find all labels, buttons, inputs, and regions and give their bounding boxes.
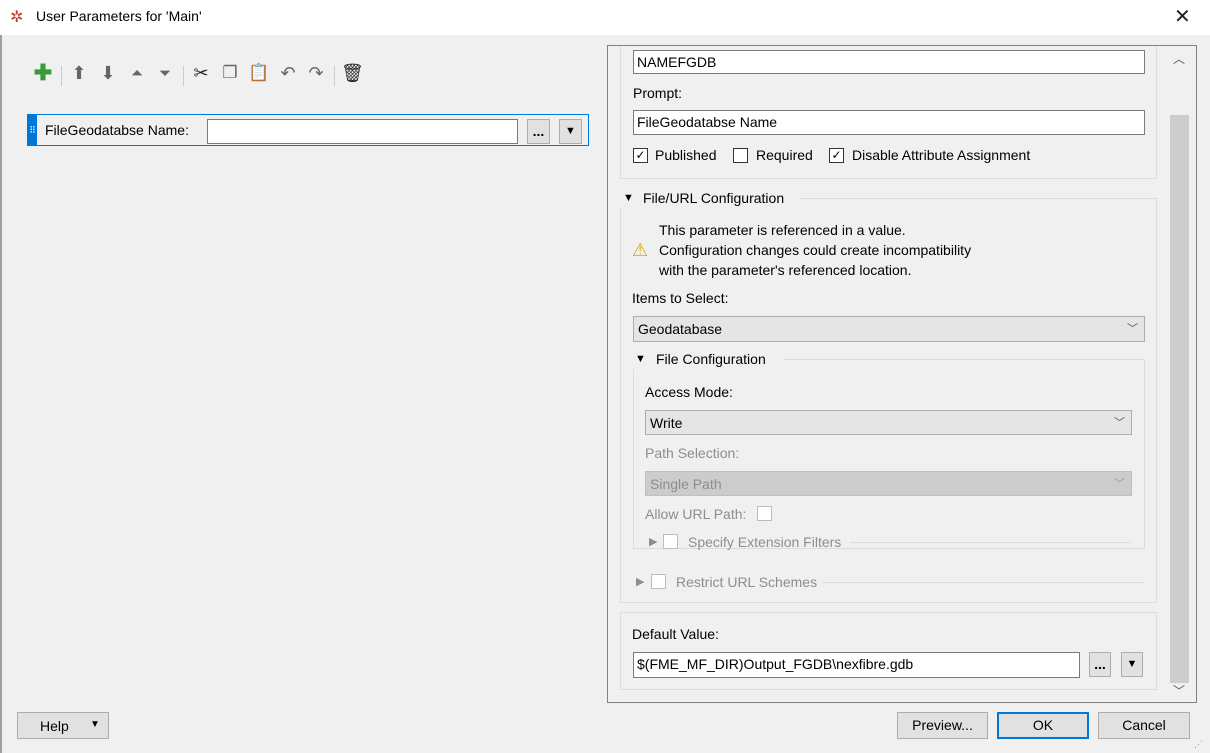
- move-top-icon[interactable]: ⏶: [126, 65, 148, 82]
- path-selection-dropdown: Single Path ﹀: [645, 471, 1132, 496]
- parameter-label: FileGeodatabse Name:: [45, 122, 189, 138]
- scroll-down-icon[interactable]: ﹀: [1173, 682, 1185, 699]
- help-button[interactable]: Help ▼: [17, 712, 109, 739]
- path-selection-value: Single Path: [650, 476, 722, 492]
- warning-line-3: with the parameter's referenced location…: [659, 262, 912, 278]
- prompt-input[interactable]: FileGeodatabse Name: [633, 110, 1145, 135]
- menu-button[interactable]: ▼: [559, 119, 582, 144]
- expand-triangle-icon[interactable]: ▶: [649, 535, 657, 548]
- paste-icon[interactable]: 📋: [248, 63, 270, 83]
- drag-handle[interactable]: ⠿: [28, 115, 37, 145]
- file-url-title: File/URL Configuration: [643, 190, 785, 206]
- disable-attribute-assignment-label: Disable Attribute Assignment: [852, 147, 1031, 163]
- default-browse-button[interactable]: ...: [1089, 652, 1111, 677]
- access-mode-dropdown[interactable]: Write ﹀: [645, 410, 1132, 435]
- prompt-label: Prompt:: [633, 85, 683, 101]
- app-logo-icon: ✲: [10, 9, 24, 26]
- add-parameter-icon[interactable]: ✚: [32, 60, 54, 86]
- expand-triangle-icon[interactable]: ▶: [636, 575, 644, 588]
- move-bottom-icon[interactable]: ⏷: [154, 65, 176, 82]
- resize-grip-icon[interactable]: ⋰: [1194, 739, 1203, 750]
- restrict-url-schemes-checkbox: [651, 574, 666, 589]
- warning-line-2: Configuration changes could create incom…: [659, 242, 972, 258]
- warning-icon: ⚠: [632, 240, 649, 260]
- file-config-title: File Configuration: [656, 351, 766, 367]
- chevron-down-icon: ﹀: [1127, 323, 1138, 335]
- browse-button[interactable]: ...: [527, 119, 550, 144]
- required-checkbox[interactable]: [733, 148, 748, 163]
- disable-attribute-assignment-checkbox[interactable]: ✓: [829, 148, 844, 163]
- default-value-label: Default Value:: [632, 626, 719, 642]
- published-checkbox[interactable]: ✓: [633, 148, 648, 163]
- scrollbar-thumb[interactable]: [1170, 115, 1189, 683]
- access-mode-label: Access Mode:: [645, 384, 733, 400]
- access-mode-value: Write: [650, 415, 683, 431]
- preview-button[interactable]: Preview...: [897, 712, 988, 739]
- parameter-name-input[interactable]: NAMEFGDB: [633, 50, 1145, 74]
- move-down-icon[interactable]: ⬇: [97, 63, 119, 84]
- collapse-triangle-icon[interactable]: ▼: [623, 192, 634, 204]
- restrict-url-schemes-label: Restrict URL Schemes: [676, 574, 818, 590]
- toolbar-separator: [183, 66, 184, 86]
- window-title: User Parameters for 'Main': [36, 8, 202, 24]
- cut-icon[interactable]: ✂: [190, 63, 212, 84]
- items-to-select-label: Items to Select:: [632, 290, 729, 306]
- redo-icon[interactable]: ↷: [305, 63, 327, 84]
- ok-button[interactable]: OK: [997, 712, 1089, 739]
- copy-icon[interactable]: ❐: [219, 63, 241, 83]
- toolbar-separator: [61, 66, 62, 86]
- warning-line-1: This parameter is referenced in a value.: [659, 222, 906, 238]
- undo-icon[interactable]: ↶: [277, 63, 299, 84]
- allow-url-path-checkbox: [757, 506, 772, 521]
- file-url-header[interactable]: ▼ File/URL Configuration: [620, 188, 800, 208]
- help-label: Help: [40, 718, 69, 734]
- chevron-down-icon: ﹀: [1114, 417, 1125, 429]
- parameter-row[interactable]: ⠿ FileGeodatabse Name: ... ▼: [27, 114, 589, 146]
- move-up-icon[interactable]: ⬆: [68, 63, 90, 84]
- cancel-button[interactable]: Cancel: [1098, 712, 1190, 739]
- title-bar: ✲ User Parameters for 'Main' ✕: [0, 0, 1210, 35]
- items-to-select-dropdown[interactable]: Geodatabase ﹀: [633, 316, 1145, 342]
- collapse-triangle-icon[interactable]: ▼: [635, 353, 646, 365]
- required-label: Required: [756, 147, 813, 163]
- help-menu-icon[interactable]: ▼: [90, 719, 100, 730]
- items-to-select-value: Geodatabase: [638, 321, 723, 337]
- extension-filters-label: Specify Extension Filters: [688, 534, 842, 550]
- parameter-value-input[interactable]: [207, 119, 518, 144]
- window-border: [0, 35, 2, 753]
- toolbar-separator: [334, 66, 335, 86]
- default-menu-button[interactable]: ▼: [1121, 652, 1143, 677]
- delete-icon[interactable]: 🗑: [341, 63, 364, 84]
- default-value-group: [620, 612, 1157, 690]
- default-value-input[interactable]: $(FME_MF_DIR)Output_FGDB\nexfibre.gdb: [633, 652, 1080, 678]
- extension-filters-checkbox: [663, 534, 678, 549]
- published-label: Published: [655, 147, 717, 163]
- scroll-up-icon[interactable]: ︿: [1173, 50, 1185, 67]
- chevron-down-icon: ﹀: [1114, 478, 1125, 490]
- allow-url-path-label: Allow URL Path:: [645, 506, 747, 522]
- divider: [850, 542, 1131, 543]
- close-icon[interactable]: ✕: [1174, 4, 1191, 29]
- file-config-header[interactable]: ▼ File Configuration: [633, 349, 783, 369]
- path-selection-label: Path Selection:: [645, 445, 740, 461]
- divider: [823, 582, 1144, 583]
